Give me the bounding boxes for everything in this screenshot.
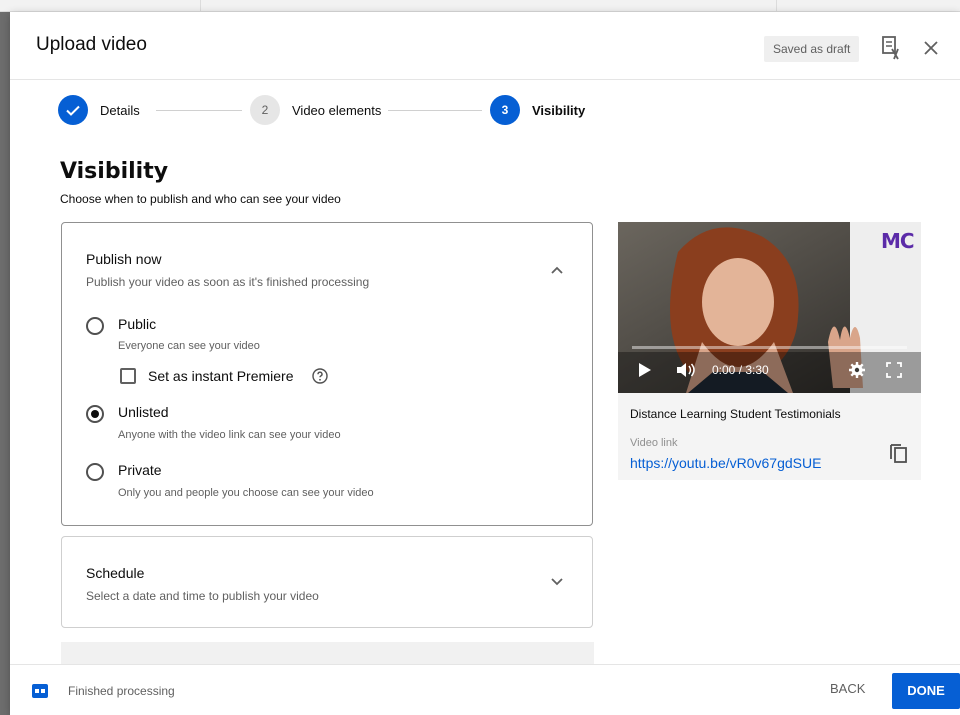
step-visibility-number[interactable]: 3	[490, 95, 520, 125]
option-private-label[interactable]: Private	[118, 462, 162, 478]
dialog-footer: Finished processing BACK DONE	[10, 664, 960, 715]
option-public-label[interactable]: Public	[118, 316, 156, 332]
step-video-elements-label[interactable]: Video elements	[292, 103, 381, 118]
background-page-strip	[0, 0, 960, 12]
publish-now-title: Publish now	[86, 251, 162, 267]
step-visibility-label[interactable]: Visibility	[532, 103, 585, 118]
chevron-up-icon[interactable]	[550, 263, 564, 277]
step-video-elements-number[interactable]: 2	[250, 95, 280, 125]
volume-icon[interactable]	[676, 362, 696, 378]
schedule-card[interactable]: Schedule Select a date and time to publi…	[61, 536, 593, 628]
done-button[interactable]: DONE	[892, 673, 960, 709]
radio-private[interactable]	[86, 463, 104, 481]
dialog-title: Upload video	[36, 34, 147, 55]
video-progress-bar[interactable]	[632, 346, 907, 349]
collapsed-panel	[61, 642, 594, 664]
dialog-header: Upload video Saved as draft	[10, 12, 960, 80]
step-connector	[156, 110, 242, 111]
back-button[interactable]: BACK	[830, 681, 865, 696]
step-details-check[interactable]	[58, 95, 88, 125]
step-details-label[interactable]: Details	[100, 103, 140, 118]
radio-unlisted[interactable]	[86, 405, 104, 423]
close-icon[interactable]	[922, 39, 940, 57]
video-preview-card: MC 0:00 / 3:30 Distance Learning Student…	[618, 222, 921, 480]
background-overlay-edge	[0, 12, 10, 715]
processing-status-icon	[32, 684, 48, 698]
publish-now-description: Publish your video as soon as it's finis…	[86, 275, 370, 289]
video-link-label: Video link	[630, 437, 678, 449]
fullscreen-icon[interactable]	[886, 362, 902, 378]
visibility-heading: Visibility	[60, 159, 169, 184]
chevron-down-icon[interactable]	[550, 575, 564, 589]
play-icon[interactable]	[638, 362, 652, 378]
video-link[interactable]: https://youtu.be/vR0v67gdSUE	[630, 455, 821, 471]
instant-premiere-checkbox[interactable]	[120, 368, 136, 384]
video-thumbnail	[618, 222, 921, 393]
upload-video-dialog: Upload video Saved as draft Details 2 Vi…	[10, 12, 960, 715]
copy-icon[interactable]	[888, 441, 908, 463]
schedule-description: Select a date and time to publish your v…	[86, 589, 319, 603]
processing-status-text: Finished processing	[68, 684, 175, 698]
visibility-subtitle: Choose when to publish and who can see y…	[60, 192, 341, 206]
video-time: 0:00 / 3:30	[712, 363, 769, 377]
option-private-description: Only you and people you choose can see y…	[118, 487, 374, 499]
draft-status-badge: Saved as draft	[764, 36, 860, 62]
option-unlisted-description: Anyone with the video link can see your …	[118, 429, 341, 441]
check-icon	[66, 105, 80, 116]
option-public-description: Everyone can see your video	[118, 340, 260, 352]
schedule-title: Schedule	[86, 565, 145, 581]
brand-logo: MC	[881, 229, 915, 253]
help-icon[interactable]	[312, 368, 328, 384]
upload-stepper: Details 2 Video elements 3 Visibility	[58, 95, 598, 127]
step-connector	[388, 110, 482, 111]
radio-public[interactable]	[86, 317, 104, 335]
publish-now-card: Publish now Publish your video as soon a…	[61, 222, 593, 526]
video-title: Distance Learning Student Testimonials	[630, 407, 841, 421]
video-player[interactable]: MC 0:00 / 3:30	[618, 222, 921, 393]
option-unlisted-label[interactable]: Unlisted	[118, 404, 169, 420]
background-divider	[200, 0, 201, 12]
background-divider	[776, 0, 777, 12]
feedback-icon[interactable]	[880, 35, 904, 61]
gear-icon[interactable]	[848, 361, 866, 379]
instant-premiere-label[interactable]: Set as instant Premiere	[148, 368, 294, 384]
